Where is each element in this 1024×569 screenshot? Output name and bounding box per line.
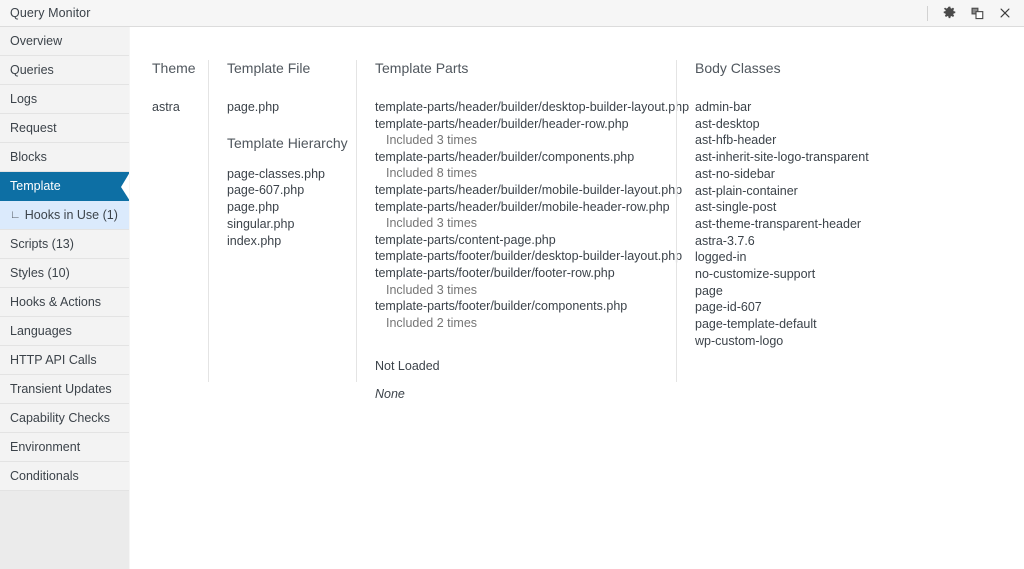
column-template-parts: Template Parts template-parts/header/bui…	[356, 60, 690, 401]
window-titlebar: Query Monitor	[0, 0, 1024, 27]
sidebar-item-logs[interactable]: Logs	[0, 85, 129, 114]
column-template-file: Template File page.php Template Hierarch…	[208, 60, 356, 382]
list-item: wp-custom-logo	[695, 333, 784, 348]
sidebar-item-http-api-calls[interactable]: HTTP API Calls	[0, 346, 129, 375]
sidebar-item-blocks[interactable]: Blocks	[0, 143, 129, 172]
list-item: template-parts/header/builder/header-row…	[375, 116, 629, 131]
close-icon[interactable]	[992, 2, 1018, 24]
template-panel: Theme astra Template File page.php Templ…	[130, 27, 1024, 569]
list-item-note: Included 8 times	[386, 166, 478, 181]
sidebar-item-hooks-and-actions[interactable]: Hooks & Actions	[0, 288, 129, 317]
sidebar: Overview Queries Logs Request Blocks Tem…	[0, 27, 141, 569]
template-file-heading: Template File	[227, 60, 311, 76]
sidebar-item-template[interactable]: Template	[0, 172, 130, 201]
list-item: singular.php	[227, 216, 295, 231]
list-item: logged-in	[695, 250, 747, 265]
list-item: template-parts/header/builder/desktop-bu…	[375, 100, 690, 114]
list-item: admin-bar	[695, 100, 752, 114]
list-item: ast-single-post	[695, 200, 777, 215]
app-body: Overview Queries Logs Request Blocks Tem…	[0, 27, 1024, 569]
list-item: template-parts/header/builder/components…	[375, 149, 635, 164]
list-item: astra-3.7.6	[695, 233, 755, 248]
list-item-note: Included 3 times	[386, 216, 478, 231]
window-actions	[927, 0, 1018, 26]
list-item: no-customize-support	[695, 267, 816, 282]
list-item-note: Included 2 times	[386, 315, 478, 330]
list-item: ast-theme-transparent-header	[695, 216, 862, 231]
settings-icon[interactable]	[936, 2, 962, 24]
template-hierarchy-list: page-classes.php page-607.php page.php s…	[227, 166, 338, 250]
sidebar-item-scripts[interactable]: Scripts (13)	[0, 230, 129, 259]
template-parts-heading: Template Parts	[375, 60, 469, 76]
list-item: page-607.php	[227, 183, 305, 198]
sidebar-item-transient-updates[interactable]: Transient Updates	[0, 375, 129, 404]
list-item: page	[695, 283, 723, 298]
list-item: template-parts/footer/builder/desktop-bu…	[375, 249, 683, 264]
sidebar-item-capability-checks[interactable]: Capability Checks	[0, 404, 129, 433]
list-item: template-parts/content-page.php	[375, 232, 556, 247]
body-classes-heading: Body Classes	[695, 60, 781, 76]
sidebar-item-environment[interactable]: Environment	[0, 433, 129, 462]
template-panel-columns: Theme astra Template File page.php Templ…	[130, 27, 1024, 401]
list-item: ast-desktop	[695, 116, 760, 131]
list-item: ast-inherit-site-logo-transparent	[695, 150, 869, 165]
list-item: template-parts/footer/builder/footer-row…	[375, 265, 615, 280]
dock-icon[interactable]	[964, 2, 990, 24]
sidebar-item-conditionals[interactable]: Conditionals	[0, 462, 129, 491]
list-item-note: Included 3 times	[386, 282, 478, 297]
template-file-value: page.php	[227, 100, 280, 114]
column-body-classes: Body Classes admin-bar ast-desktop ast-h…	[676, 60, 976, 382]
column-theme: Theme astra	[130, 60, 208, 382]
sidebar-nav-list: Overview Queries Logs Request Blocks Tem…	[0, 27, 130, 491]
sidebar-item-request[interactable]: Request	[0, 114, 129, 143]
sidebar-item-overview[interactable]: Overview	[0, 27, 129, 56]
sidebar-item-languages[interactable]: Languages	[0, 317, 129, 346]
not-loaded-value: None	[375, 387, 405, 402]
sidebar-item-label: Hooks in Use (1)	[24, 208, 118, 222]
sidebar-item-queries[interactable]: Queries	[0, 56, 129, 85]
template-hierarchy-heading: Template Hierarchy	[227, 134, 348, 151]
list-item: page.php	[227, 200, 280, 215]
branch-icon: ∟	[10, 209, 21, 221]
list-item-note: Included 3 times	[386, 133, 478, 148]
list-item: template-parts/header/builder/mobile-bui…	[375, 182, 683, 197]
not-loaded-heading: Not Loaded	[375, 359, 440, 374]
list-item: ast-no-sidebar	[695, 166, 775, 181]
sidebar-item-styles[interactable]: Styles (10)	[0, 259, 129, 288]
list-item: ast-hfb-header	[695, 133, 777, 148]
theme-value: astra	[152, 100, 180, 114]
sidebar-item-hooks-in-use[interactable]: ∟ Hooks in Use (1)	[0, 201, 129, 230]
theme-heading: Theme	[152, 60, 196, 76]
window-title: Query Monitor	[10, 6, 91, 20]
list-item: template-parts/footer/builder/components…	[375, 299, 628, 314]
list-item: index.php	[227, 233, 282, 248]
list-item: ast-plain-container	[695, 183, 798, 198]
list-item: page-template-default	[695, 317, 817, 332]
list-item: template-parts/header/builder/mobile-hea…	[375, 199, 670, 214]
titlebar-separator	[927, 5, 928, 21]
list-item: page-classes.php	[227, 166, 325, 181]
list-item: page-id-607	[695, 300, 762, 315]
